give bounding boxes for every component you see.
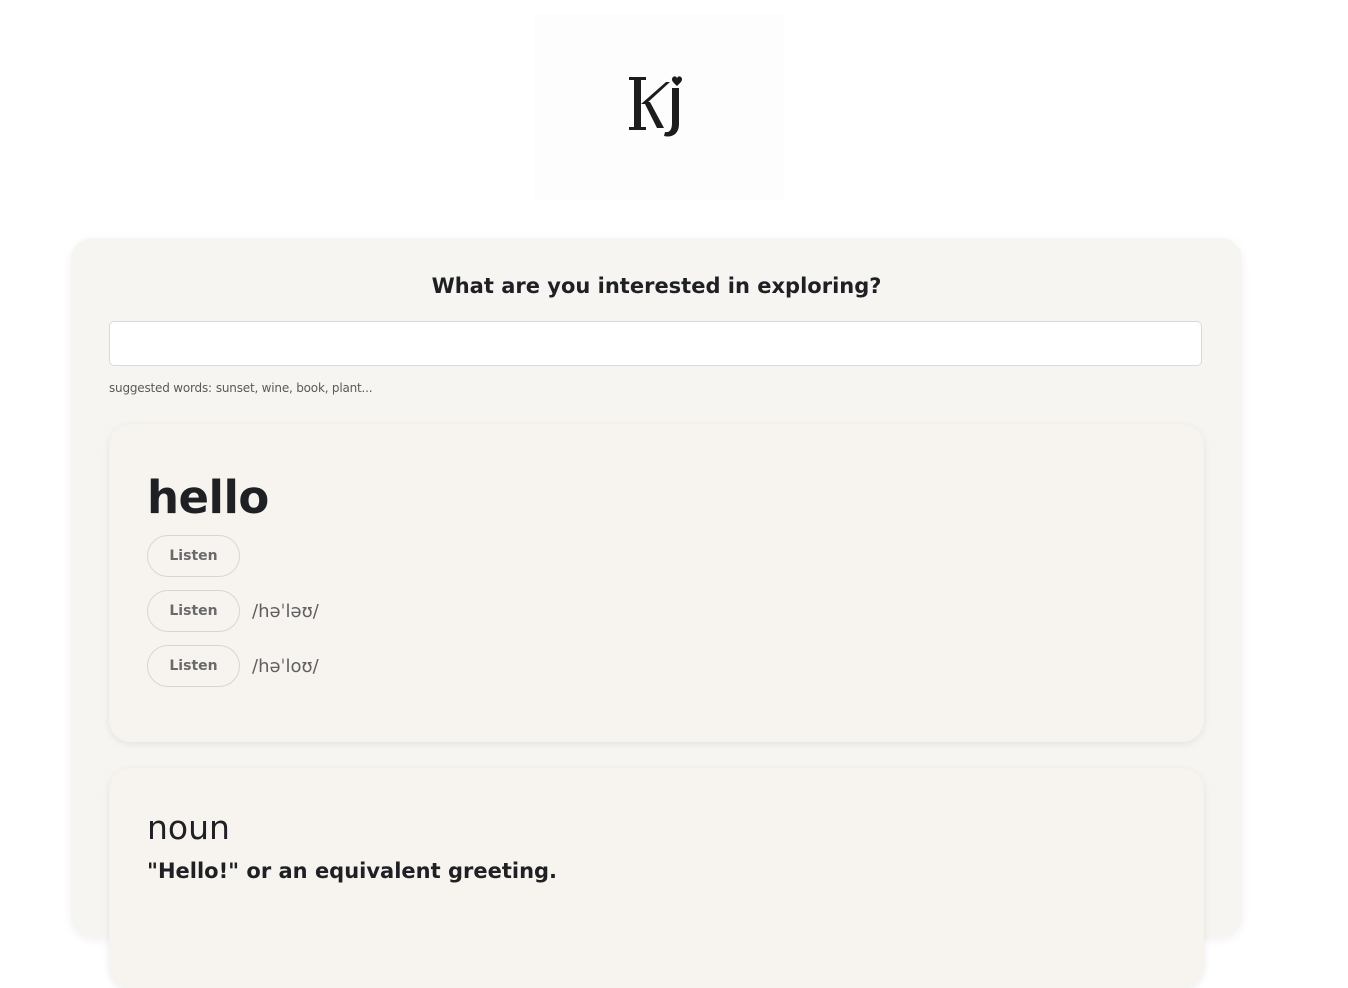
suggested-words-label: suggested words: — [109, 381, 212, 395]
explore-panel: What are you interested in exploring? su… — [71, 238, 1242, 988]
word-heading: hello — [147, 471, 269, 524]
listen-button[interactable]: Listen — [147, 535, 240, 577]
phonetic-text: /həˈləʊ/ — [252, 600, 319, 622]
explore-prompt-heading: What are you interested in exploring? — [431, 274, 882, 298]
phonetic-text: /həˈloʊ/ — [252, 655, 319, 677]
word-card: hello Listen Listen /həˈləʊ/ Listen /həˈ… — [109, 424, 1204, 742]
meaning-card: noun "Hello!" or an equivalent greeting. — [109, 768, 1204, 988]
kj-monogram-heart-logo — [629, 76, 683, 137]
listen-button[interactable]: Listen — [147, 645, 240, 687]
definition-text: "Hello!" or an equivalent greeting. — [147, 859, 558, 883]
pronunciation-row: Listen /həˈləʊ/ — [147, 590, 319, 632]
listen-button[interactable]: Listen — [147, 590, 240, 632]
search-input[interactable] — [109, 321, 1202, 366]
pronunciation-row: Listen /həˈloʊ/ — [147, 645, 319, 687]
logo[interactable] — [534, 14, 784, 200]
suggested-words-list: sunset, wine, book, plant... — [215, 381, 373, 395]
pronunciation-row: Listen — [147, 535, 252, 577]
part-of-speech: noun — [147, 808, 230, 847]
suggested-words: suggested words: sunset, wine, book, plan… — [109, 381, 373, 395]
